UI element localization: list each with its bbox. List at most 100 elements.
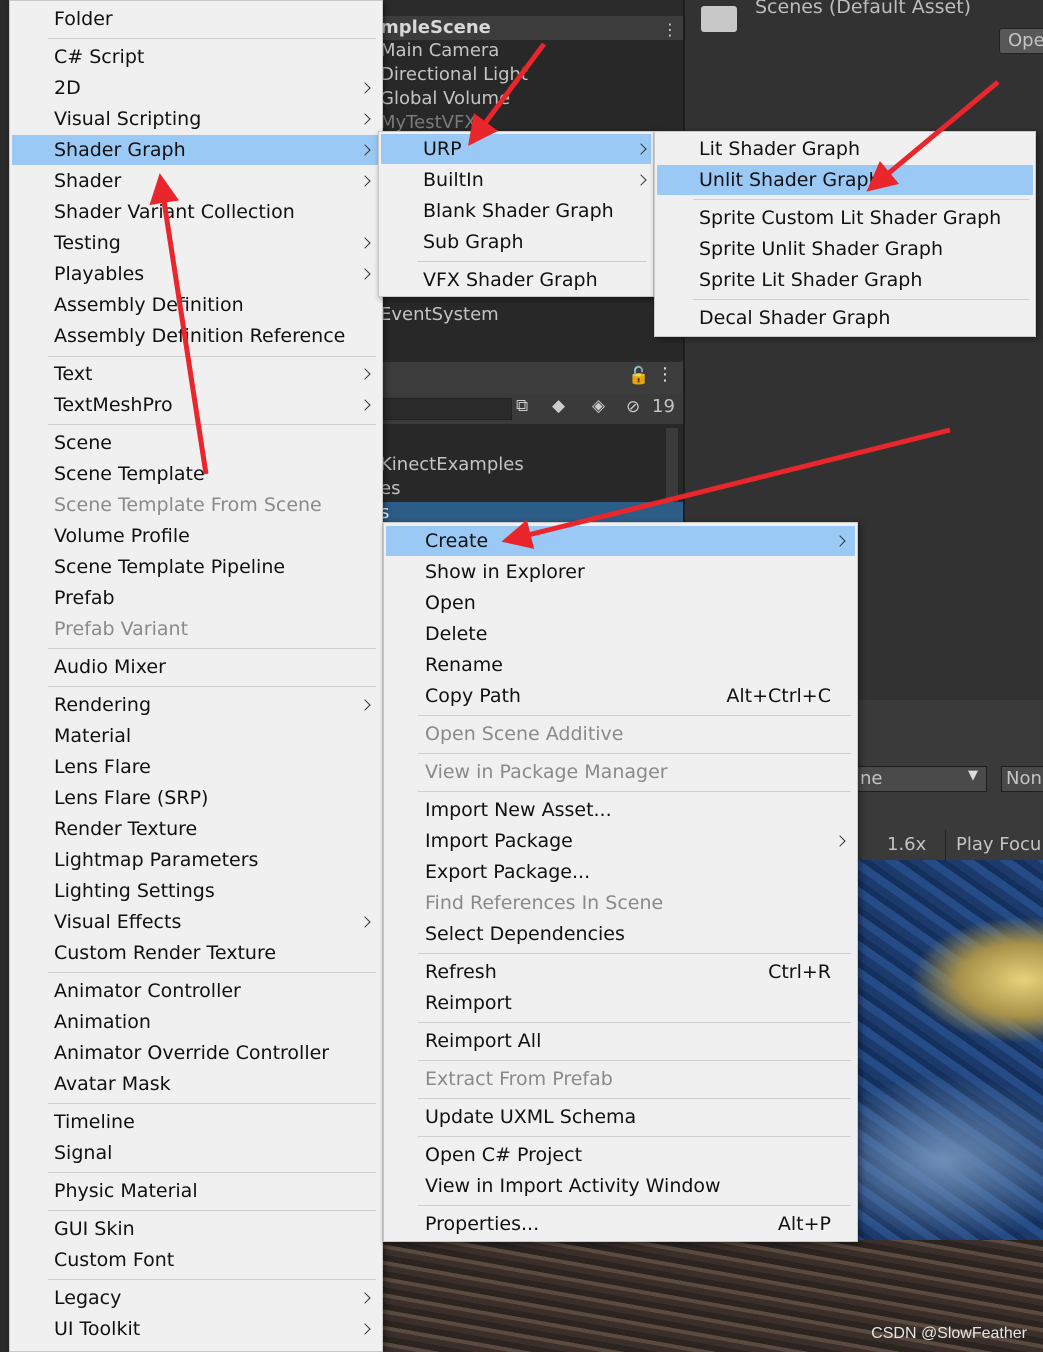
hierarchy-item[interactable]: Main Camera	[380, 40, 499, 61]
menu-item-create[interactable]: Create	[386, 526, 855, 556]
menu-item-rendering[interactable]: Rendering	[12, 690, 380, 720]
menu-item-label: Lens Flare	[54, 756, 151, 778]
menu-item-export-package[interactable]: Export Package...	[386, 857, 855, 887]
menu-item-playables[interactable]: Playables	[12, 259, 380, 289]
search-by-type-icon[interactable]: ⧉	[516, 396, 528, 416]
menu-item-prefab[interactable]: Prefab	[12, 583, 380, 613]
search-input[interactable]	[378, 398, 512, 420]
menu-item-c-script[interactable]: C# Script	[12, 42, 380, 72]
hidden-eye-icon[interactable]: ⊘	[626, 397, 640, 417]
menu-item-prefab-variant[interactable]: Prefab Variant	[12, 614, 380, 644]
menu-item-label: Sprite Lit Shader Graph	[699, 269, 923, 291]
menu-item-open[interactable]: Open	[386, 588, 855, 618]
menu-item-open-c-project[interactable]: Open C# Project	[386, 1140, 855, 1170]
play-focused-button[interactable]: Play Focu	[945, 830, 1043, 860]
menu-item-scene-template-pipeline[interactable]: Scene Template Pipeline	[12, 552, 380, 582]
menu-item-custom-font[interactable]: Custom Font	[12, 1245, 380, 1275]
project-item[interactable]: es	[380, 478, 400, 499]
menu-separator	[418, 715, 851, 716]
menu-item-animator-controller[interactable]: Animator Controller	[12, 976, 380, 1006]
menu-item-find-references-in-scene[interactable]: Find References In Scene	[386, 888, 855, 918]
kebab-menu-icon[interactable]: ⋮	[662, 20, 678, 39]
lock-icon[interactable]: 🔓	[628, 366, 649, 386]
menu-item-lit-shader-graph[interactable]: Lit Shader Graph	[657, 134, 1033, 164]
menu-item-textmeshpro[interactable]: TextMeshPro	[12, 390, 380, 420]
shapes-icon[interactable]: ◆	[552, 396, 565, 416]
label-icon[interactable]: ◈	[592, 396, 605, 416]
menu-item-assembly-definition-reference[interactable]: Assembly Definition Reference	[12, 321, 380, 351]
menu-item-decal-shader-graph[interactable]: Decal Shader Graph	[657, 303, 1033, 333]
menu-item-urp[interactable]: URP	[381, 134, 651, 164]
menu-item-show-in-explorer[interactable]: Show in Explorer	[386, 557, 855, 587]
menu-item-sprite-custom-lit-shader-graph[interactable]: Sprite Custom Lit Shader Graph	[657, 203, 1033, 233]
menu-item-folder[interactable]: Folder	[12, 4, 380, 34]
menu-item-render-texture[interactable]: Render Texture	[12, 814, 380, 844]
menu-item-builtin[interactable]: BuiltIn	[381, 165, 651, 195]
menu-item-signal[interactable]: Signal	[12, 1138, 380, 1168]
toggle-button[interactable]: Non	[1001, 766, 1043, 792]
menu-item-physic-material[interactable]: Physic Material	[12, 1176, 380, 1206]
menu-item-extract-from-prefab[interactable]: Extract From Prefab	[386, 1064, 855, 1094]
menu-item-material[interactable]: Material	[12, 721, 380, 751]
menu-item-properties[interactable]: Properties... Alt+P	[386, 1209, 855, 1239]
menu-item-visual-scripting[interactable]: Visual Scripting	[12, 104, 380, 134]
menu-item-legacy[interactable]: Legacy	[12, 1283, 380, 1313]
menu-item-shader-graph[interactable]: Shader Graph	[12, 135, 380, 165]
menu-item-visual-effects[interactable]: Visual Effects	[12, 907, 380, 937]
menu-item-vfx-shader-graph[interactable]: VFX Shader Graph	[381, 265, 651, 295]
menu-item-shader-variant-collection[interactable]: Shader Variant Collection	[12, 197, 380, 227]
menu-item-view-in-import-activity-window[interactable]: View in Import Activity Window	[386, 1171, 855, 1201]
menu-item-shader[interactable]: Shader	[12, 166, 380, 196]
menu-item-rename[interactable]: Rename	[386, 650, 855, 680]
menu-item-ui-toolkit[interactable]: UI Toolkit	[12, 1314, 380, 1344]
open-button[interactable]: Ope	[999, 28, 1043, 54]
menu-item-lighting-settings[interactable]: Lighting Settings	[12, 876, 380, 906]
menu-item-assembly-definition[interactable]: Assembly Definition	[12, 290, 380, 320]
menu-item-delete[interactable]: Delete	[386, 619, 855, 649]
menu-item-audio-mixer[interactable]: Audio Mixer	[12, 652, 380, 682]
menu-item-2d[interactable]: 2D	[12, 73, 380, 103]
kebab-menu-icon[interactable]: ⋮	[656, 364, 674, 385]
menu-item-select-dependencies[interactable]: Select Dependencies	[386, 919, 855, 949]
menu-item-lens-flare-srp[interactable]: Lens Flare (SRP)	[12, 783, 380, 813]
menu-item-label: Sprite Unlit Shader Graph	[699, 238, 944, 260]
chevron-right-icon	[359, 1292, 371, 1304]
menu-item-label: Animator Controller	[54, 980, 241, 1002]
menu-item-scene[interactable]: Scene	[12, 428, 380, 458]
menu-item-blank-shader-graph[interactable]: Blank Shader Graph	[381, 196, 651, 226]
menu-item-import-package[interactable]: Import Package	[386, 826, 855, 856]
menu-item-animation[interactable]: Animation	[12, 1007, 380, 1037]
project-item-selected[interactable]: s	[378, 502, 683, 524]
menu-item-sprite-unlit-shader-graph[interactable]: Sprite Unlit Shader Graph	[657, 234, 1033, 264]
menu-item-unlit-shader-graph[interactable]: Unlit Shader Graph	[657, 165, 1033, 195]
menu-item-lightmap-parameters[interactable]: Lightmap Parameters	[12, 845, 380, 875]
project-item[interactable]: KinectExamples	[380, 454, 524, 475]
menu-item-gui-skin[interactable]: GUI Skin	[12, 1214, 380, 1244]
menu-item-scene-template[interactable]: Scene Template	[12, 459, 380, 489]
menu-item-refresh[interactable]: Refresh Ctrl+R	[386, 957, 855, 987]
menu-item-custom-render-texture[interactable]: Custom Render Texture	[12, 938, 380, 968]
hierarchy-item[interactable]: EventSystem	[380, 304, 499, 325]
menu-item-animator-override-controller[interactable]: Animator Override Controller	[12, 1038, 380, 1068]
menu-item-sub-graph[interactable]: Sub Graph	[381, 227, 651, 257]
hierarchy-item[interactable]: Directional Light	[380, 64, 528, 85]
menu-item-reimport[interactable]: Reimport	[386, 988, 855, 1018]
menu-item-reimport-all[interactable]: Reimport All	[386, 1026, 855, 1056]
menu-item-view-in-package-manager[interactable]: View in Package Manager	[386, 757, 855, 787]
menu-item-testing[interactable]: Testing	[12, 228, 380, 258]
menu-item-text[interactable]: Text	[12, 359, 380, 389]
hierarchy-item[interactable]: Global Volume	[380, 88, 510, 109]
menu-item-import-new-asset[interactable]: Import New Asset...	[386, 795, 855, 825]
menu-item-scene-template-from-scene[interactable]: Scene Template From Scene	[12, 490, 380, 520]
hierarchy-item[interactable]: MyTestVFX	[380, 112, 477, 133]
menu-item-copy-path[interactable]: Copy Path Alt+Ctrl+C	[386, 681, 855, 711]
menu-item-update-uxml-schema[interactable]: Update UXML Schema	[386, 1102, 855, 1132]
menu-item-lens-flare[interactable]: Lens Flare	[12, 752, 380, 782]
menu-item-avatar-mask[interactable]: Avatar Mask	[12, 1069, 380, 1099]
menu-item-open-scene-additive[interactable]: Open Scene Additive	[386, 719, 855, 749]
display-dropdown[interactable]: ne ▼	[855, 766, 987, 792]
scene-name[interactable]: mpleScene	[380, 17, 491, 38]
menu-item-timeline[interactable]: Timeline	[12, 1107, 380, 1137]
menu-item-sprite-lit-shader-graph[interactable]: Sprite Lit Shader Graph	[657, 265, 1033, 295]
menu-item-volume-profile[interactable]: Volume Profile	[12, 521, 380, 551]
